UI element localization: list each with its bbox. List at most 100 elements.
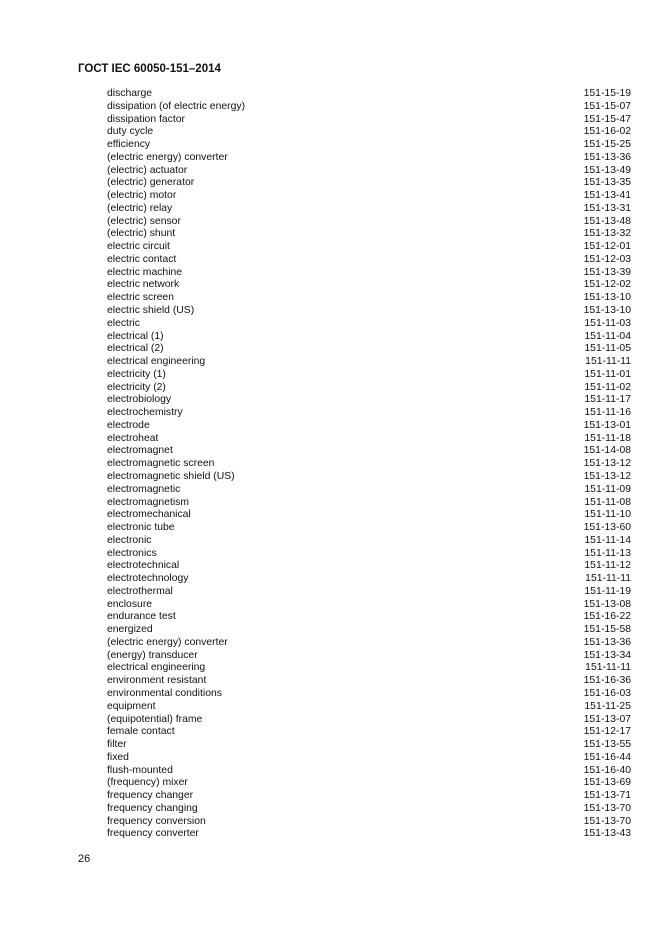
- index-entry: frequency converter 151-13-43: [107, 828, 631, 841]
- entry-term: electric circuit: [107, 241, 170, 253]
- document-header: ГОСТ IEC 60050-151–2014: [78, 63, 221, 75]
- entry-code: 151-11-13: [584, 547, 631, 559]
- entry-term: female contact: [107, 726, 175, 738]
- index-entry: electrochemistry 151-11-16: [107, 407, 631, 420]
- entry-code: 151-13-41: [583, 190, 631, 202]
- index-entry: (frequency) mixer 151-13-69: [107, 777, 631, 790]
- entry-code: 151-13-39: [583, 266, 631, 278]
- index-entry: electrotechnical 151-11-12: [107, 560, 631, 573]
- entry-term: electromagnetic: [107, 483, 181, 495]
- index-entry: discharge 151-15-19: [107, 88, 631, 101]
- index-entry: electrotechnology 151-11-11: [107, 573, 631, 586]
- entry-code: 151-11-08: [584, 496, 631, 508]
- index-entry: (electric) sensor 151-13-48: [107, 216, 631, 229]
- entry-code: 151-13-12: [583, 470, 631, 482]
- entry-term: electricity (2): [107, 381, 166, 393]
- index-entry: equipment 151-11-25: [107, 701, 631, 714]
- entry-code: 151-13-32: [583, 228, 631, 240]
- entry-term: (electric) motor: [107, 190, 177, 202]
- entry-term: electromagnetic screen: [107, 458, 215, 470]
- entry-code: 151-13-60: [583, 522, 631, 534]
- index-entry: environment resistant 151-16-36: [107, 675, 631, 688]
- entry-term: (electric) relay: [107, 202, 173, 214]
- entry-code: 151-16-36: [583, 675, 631, 687]
- index-entry: filter 151-13-55: [107, 739, 631, 752]
- entry-term: electrochemistry: [107, 407, 183, 419]
- entry-code: 151-13-35: [583, 177, 631, 189]
- entry-code: 151-13-36: [583, 636, 631, 648]
- entry-term: frequency converter: [107, 828, 199, 840]
- entry-term: electric screen: [107, 292, 174, 304]
- entry-term: enclosure: [107, 598, 153, 610]
- entry-code: 151-13-10: [583, 305, 631, 317]
- entry-code: 151-13-08: [583, 598, 631, 610]
- index-entry: (electric energy) converter 151-13-36: [107, 637, 631, 650]
- entry-term: (energy) transducer: [107, 649, 198, 661]
- entry-term: electromagnet: [107, 445, 173, 457]
- entry-code: 151-15-19: [583, 88, 631, 99]
- entry-term: (electric) shunt: [107, 228, 176, 240]
- entry-code: 151-13-12: [583, 458, 631, 470]
- entry-term: equipment: [107, 700, 156, 712]
- index-entry: electric circuit 151-12-01: [107, 241, 631, 254]
- entry-term: (frequency) mixer: [107, 777, 188, 789]
- index-entry: dissipation factor 151-15-47: [107, 114, 631, 127]
- term-index-list: discharge 151-15-19 dissipation (of electr…: [107, 88, 631, 841]
- index-entry: electric shield (US) 151-13-10: [107, 305, 631, 318]
- entry-term: electricity (1): [107, 368, 166, 380]
- entry-code: 151-13-55: [583, 739, 631, 751]
- index-entry: electromechanical 151-11-10: [107, 509, 631, 522]
- index-entry: duty cycle 151-16-02: [107, 126, 631, 139]
- index-entry: electromagnetic shield (US) 151-13-12: [107, 471, 631, 484]
- entry-term: electrical (2): [107, 343, 164, 355]
- index-entry: (electric) motor 151-13-41: [107, 190, 631, 203]
- index-entry: frequency conversion 151-13-70: [107, 816, 631, 829]
- entry-term: electromagnetism: [107, 496, 190, 508]
- entry-code: 151-13-49: [583, 164, 631, 176]
- entry-term: discharge: [107, 88, 153, 99]
- index-entry: electrical (2) 151-11-05: [107, 343, 631, 356]
- entry-term: electric machine: [107, 266, 183, 278]
- entry-code: 151-16-44: [583, 751, 631, 763]
- entry-term: electromechanical: [107, 509, 191, 521]
- entry-term: (electric) sensor: [107, 215, 181, 227]
- index-entry: electromagnetic screen 151-13-12: [107, 458, 631, 471]
- entry-code: 151-15-07: [583, 100, 631, 112]
- entry-code: 151-13-71: [583, 790, 631, 802]
- entry-term: environment resistant: [107, 675, 207, 687]
- index-entry: endurance test 151-16-22: [107, 611, 631, 624]
- index-entry: electrical engineering 151-11-11: [107, 356, 631, 369]
- entry-code: 151-11-02: [584, 381, 631, 393]
- entry-code: 151-12-03: [583, 253, 631, 265]
- index-entry: (electric energy) converter 151-13-36: [107, 152, 631, 165]
- index-entry: electric 151-11-03: [107, 318, 631, 331]
- index-entry: frequency changing 151-13-70: [107, 803, 631, 816]
- entry-term: (equipotential) frame: [107, 713, 203, 725]
- entry-code: 151-13-43: [583, 828, 631, 840]
- index-entry: electronic tube 151-13-60: [107, 522, 631, 535]
- entry-term: electrode: [107, 419, 150, 431]
- index-entry: female contact 151-12-17: [107, 726, 631, 739]
- entry-term: electronic tube: [107, 522, 175, 534]
- entry-term: dissipation (of electric energy): [107, 100, 246, 112]
- entry-term: electrobiology: [107, 394, 172, 406]
- entry-code: 151-13-01: [583, 419, 631, 431]
- entry-term: electroheat: [107, 432, 159, 444]
- entry-code: 151-16-40: [583, 764, 631, 776]
- entry-term: (electric) actuator: [107, 164, 188, 176]
- entry-code: 151-15-47: [583, 113, 631, 125]
- index-entry: flush-mounted 151-16-40: [107, 765, 631, 778]
- entry-code: 151-11-14: [584, 534, 631, 546]
- entry-code: 151-15-25: [583, 139, 631, 151]
- entry-code: 151-11-25: [584, 700, 631, 712]
- entry-code: 151-16-22: [583, 611, 631, 623]
- index-entry: electronics 151-11-13: [107, 548, 631, 561]
- entry-term: electrotechnical: [107, 560, 180, 572]
- entry-code: 151-12-02: [583, 279, 631, 291]
- entry-code: 151-13-48: [583, 215, 631, 227]
- entry-code: 151-13-70: [583, 815, 631, 827]
- entry-code: 151-11-16: [584, 407, 631, 419]
- entry-term: environmental conditions: [107, 687, 222, 699]
- entry-code: 151-11-01: [584, 368, 631, 380]
- entry-code: 151-12-01: [583, 241, 631, 253]
